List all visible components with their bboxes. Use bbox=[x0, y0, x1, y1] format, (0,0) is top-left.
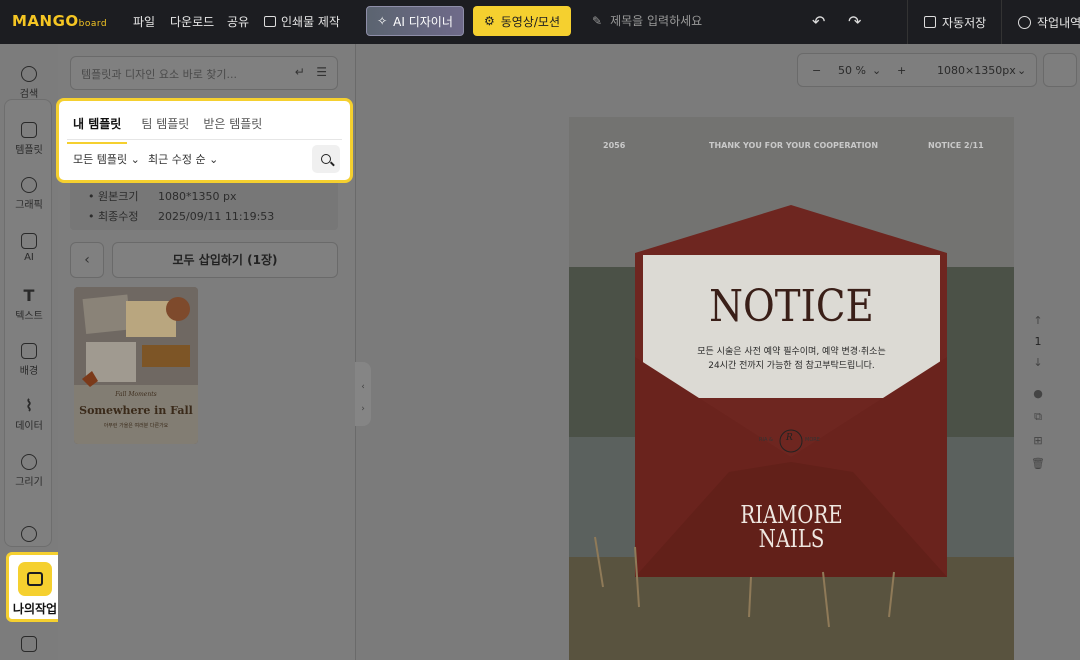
save-icon bbox=[924, 16, 936, 28]
rail-background[interactable]: 배경 bbox=[0, 343, 58, 377]
menu-share[interactable]: 공유 bbox=[227, 13, 249, 30]
template-info: • 원본크기 1080*1350 px • 최종수정 2025/09/11 11:1… bbox=[70, 180, 338, 230]
printer-icon bbox=[264, 16, 276, 27]
rail-favorites[interactable] bbox=[0, 636, 58, 655]
clock-icon bbox=[1018, 15, 1031, 29]
rail-upload[interactable] bbox=[0, 526, 58, 545]
history-button[interactable]: 작업내역 bbox=[1001, 0, 1080, 44]
video-motion-button[interactable]: ⚙ 동영상/모션 bbox=[473, 6, 571, 36]
redo-icon[interactable]: ↷ bbox=[848, 12, 861, 31]
rail-text[interactable]: T 텍스트 bbox=[0, 286, 58, 323]
add-page-icon[interactable]: ⊞ bbox=[1022, 434, 1054, 447]
template-filter-dropdown[interactable]: 모든 템플릿 ⌄ bbox=[73, 151, 140, 167]
insert-all-button[interactable]: 모두 삽입하기 (1장) bbox=[112, 242, 338, 278]
autosave-button[interactable]: 자동저장 bbox=[907, 0, 986, 44]
sticker-tool-button[interactable] bbox=[1043, 53, 1077, 87]
undo-icon[interactable]: ↶ bbox=[812, 12, 825, 31]
page-number: 1 bbox=[1034, 335, 1042, 348]
chevron-down-icon: ⌄ bbox=[209, 153, 219, 166]
panel-collapse-handle[interactable]: ‹ › bbox=[355, 362, 371, 426]
search-icon bbox=[21, 66, 37, 82]
graphic-icon bbox=[21, 177, 37, 193]
menu-file[interactable]: 파일 bbox=[133, 13, 155, 30]
text-icon: T bbox=[23, 286, 35, 305]
menu-download[interactable]: 다운로드 bbox=[170, 13, 214, 30]
zoom-in-button[interactable]: + bbox=[897, 64, 906, 77]
rail-template[interactable]: 템플릿 bbox=[0, 122, 58, 156]
template-thumbnail[interactable]: Fall Moments Somewhere in Fall 아무런 가을은 여… bbox=[74, 287, 198, 444]
template-icon bbox=[21, 122, 37, 138]
zoom-bar: − 50 % ⌄ + 1080×1350px ⌄ bbox=[797, 53, 1037, 87]
background-icon bbox=[21, 343, 37, 359]
page-controls: ↑ 1 ↓ ● ⧉ ⊞ 🗑 bbox=[1022, 310, 1054, 520]
page-down-icon[interactable]: ↓ bbox=[1022, 356, 1054, 369]
rail-draw[interactable]: 그리기 bbox=[0, 454, 58, 488]
chevron-down-icon[interactable]: ⌄ bbox=[872, 64, 881, 77]
chart-icon: ⌇ bbox=[25, 396, 33, 415]
design-canvas[interactable]: 2056 THANK YOU FOR YOUR COOPERATION NOTI… bbox=[569, 117, 1014, 660]
search-icon bbox=[321, 154, 331, 164]
search-options-icon[interactable]: ↵ ☰ bbox=[295, 65, 327, 79]
ai-chip-icon bbox=[21, 233, 37, 249]
color-palette-icon[interactable]: ● bbox=[1022, 387, 1054, 400]
zoom-out-button[interactable]: − bbox=[812, 64, 821, 77]
top-bar: MANGOboard 파일 다운로드 공유 인쇄물 제작 ✧ AI 디자이너 ⚙ 동… bbox=[0, 0, 1080, 44]
canvas-size[interactable]: 1080×1350px bbox=[937, 64, 1016, 77]
page-up-icon[interactable]: ↑ bbox=[1022, 314, 1054, 327]
rail-search[interactable]: 검색 bbox=[0, 66, 58, 100]
ai-designer-button[interactable]: ✧ AI 디자이너 bbox=[366, 6, 464, 36]
menu-print[interactable]: 인쇄물 제작 bbox=[264, 13, 340, 30]
my-work-button[interactable]: 나의작업 bbox=[6, 552, 64, 622]
divider bbox=[67, 139, 342, 140]
duplicate-icon[interactable]: ⧉ bbox=[1022, 410, 1054, 424]
motion-icon: ⚙ bbox=[483, 14, 495, 28]
rail-data[interactable]: ⌇ 데이터 bbox=[0, 396, 58, 433]
zoom-value[interactable]: 50 % bbox=[838, 64, 866, 77]
template-tab-popup: 내 템플릿 팀 템플릿 받은 템플릿 모든 템플릿 ⌄ 최근 수정 순 ⌄ bbox=[56, 98, 353, 183]
magic-wand-icon: ✧ bbox=[377, 14, 388, 28]
back-button[interactable]: ‹ bbox=[70, 242, 104, 278]
tray-icon bbox=[18, 562, 52, 596]
rail-ai[interactable]: AI bbox=[0, 233, 58, 263]
chevron-down-icon[interactable]: ⌄ bbox=[1017, 64, 1026, 77]
draw-icon bbox=[21, 454, 37, 470]
pencil-icon: ✎ bbox=[592, 13, 603, 28]
star-icon bbox=[21, 636, 37, 652]
trash-icon[interactable]: 🗑 bbox=[1022, 457, 1054, 470]
logo[interactable]: MANGOboard bbox=[12, 12, 107, 30]
template-search-input[interactable]: 템플릿과 디자인 요소 바로 찾기... ↵ ☰ bbox=[70, 56, 338, 90]
title-input[interactable]: ✎ 제목을 입력하세요 bbox=[592, 12, 702, 29]
sort-dropdown[interactable]: 최근 수정 순 ⌄ bbox=[148, 151, 218, 167]
upload-icon bbox=[21, 526, 37, 542]
chevron-down-icon: ⌄ bbox=[130, 153, 140, 166]
filter-search-button[interactable] bbox=[312, 145, 340, 173]
rail-graphic[interactable]: 그래픽 bbox=[0, 177, 58, 211]
